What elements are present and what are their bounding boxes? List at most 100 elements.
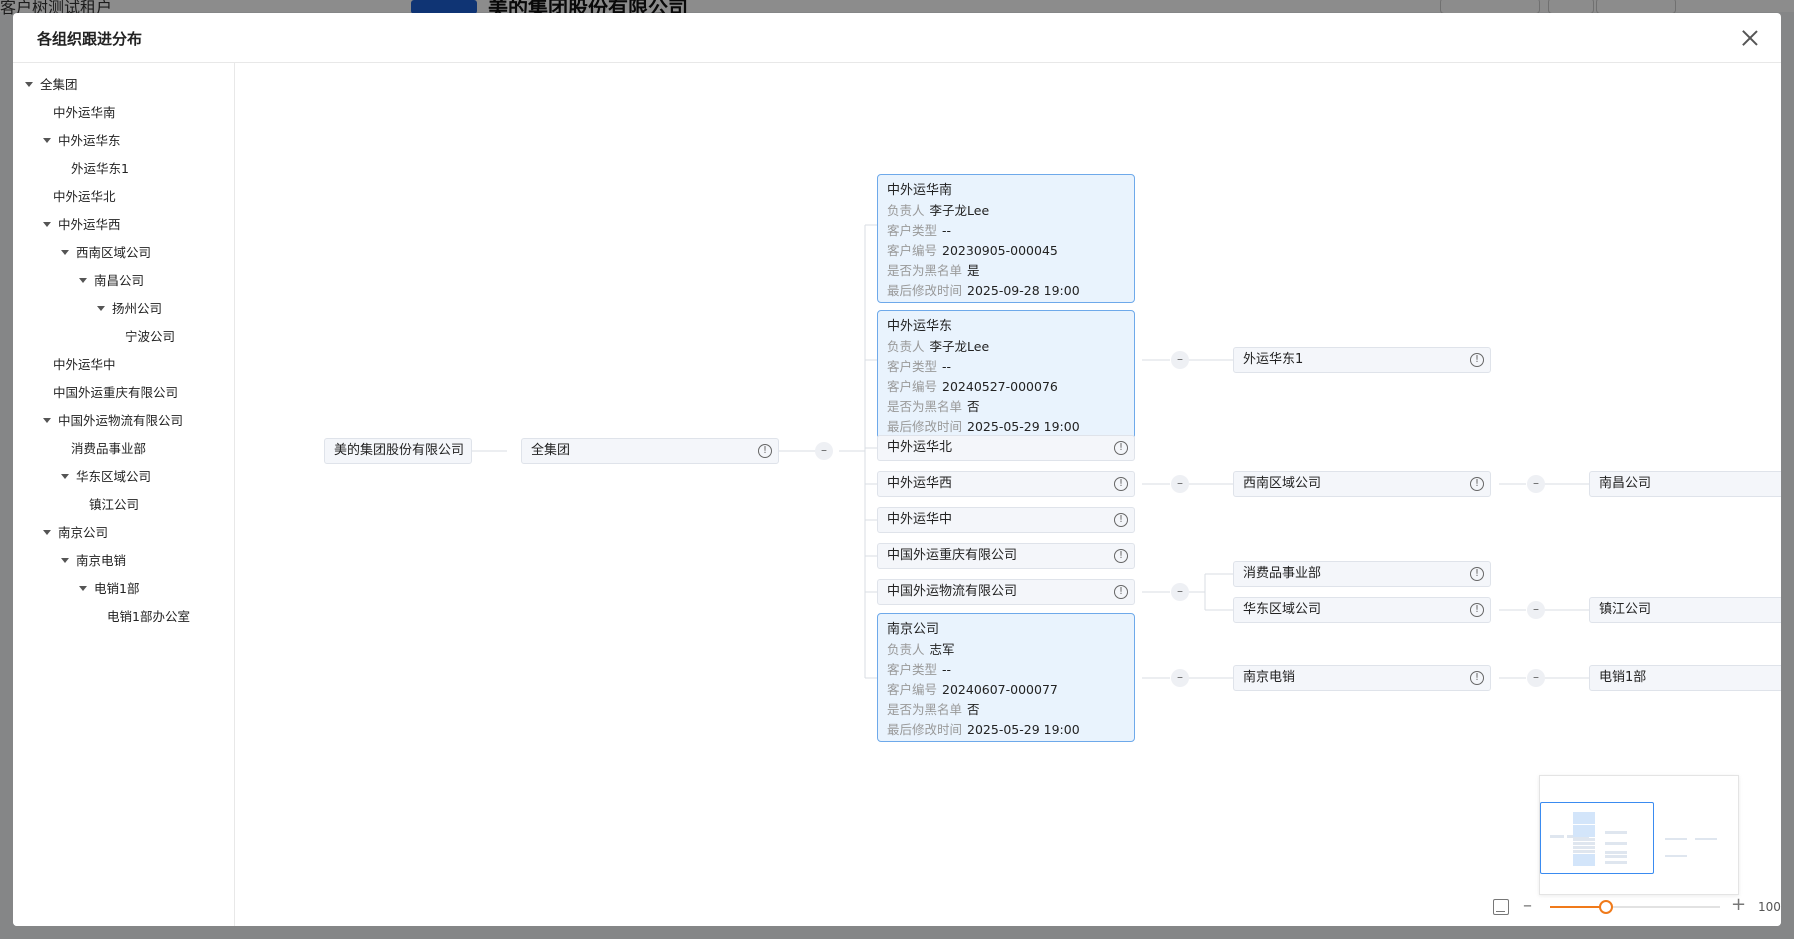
info-icon[interactable]: ! xyxy=(1470,603,1484,617)
graph-node-label: 电销1部 xyxy=(1599,670,1647,685)
field-label: 客户类型 xyxy=(887,662,938,677)
tree-node[interactable]: 镇江公司 xyxy=(89,495,139,515)
graph-node[interactable]: 中国外运物流有限公司! xyxy=(877,579,1135,605)
tree-node[interactable]: 全集团 xyxy=(25,75,78,95)
info-icon[interactable]: ! xyxy=(1470,477,1484,491)
caret-down-icon[interactable] xyxy=(97,306,105,311)
tree-node-label: 中国外运重庆有限公司 xyxy=(53,385,179,400)
info-icon[interactable]: ! xyxy=(1470,671,1484,685)
graph-node[interactable]: 华东区域公司! xyxy=(1233,597,1491,623)
tree-node[interactable]: 中外运华西 xyxy=(43,215,121,235)
tree-node[interactable]: 中外运华东 xyxy=(43,131,121,151)
zoom-slider-thumb[interactable] xyxy=(1599,900,1614,914)
zoom-slider-fill xyxy=(1550,906,1607,908)
info-icon[interactable]: ! xyxy=(1114,477,1128,491)
caret-down-icon[interactable] xyxy=(43,222,51,227)
info-icon[interactable]: ! xyxy=(1470,567,1484,581)
collapse-toggle[interactable]: – xyxy=(815,442,833,460)
caret-down-icon[interactable] xyxy=(61,250,69,255)
tree-node[interactable]: 宁波公司 xyxy=(125,327,175,347)
graph-node[interactable]: 中外运华北! xyxy=(877,435,1135,461)
tree-node[interactable]: 西南区域公司 xyxy=(61,243,151,263)
caret-down-icon[interactable] xyxy=(79,586,87,591)
zoom-in-button[interactable]: + xyxy=(1731,894,1746,915)
graph-node[interactable]: 中外运华西! xyxy=(877,471,1135,497)
collapse-toggle[interactable]: – xyxy=(1527,601,1545,619)
tree-node-label: 消费品事业部 xyxy=(71,441,147,456)
info-icon[interactable]: ! xyxy=(1114,585,1128,599)
graph-node[interactable]: 南昌公司 xyxy=(1589,471,1781,497)
caret-down-icon[interactable] xyxy=(43,530,51,535)
zoom-controls: – + 100% xyxy=(1483,894,1781,919)
tree-node[interactable]: 南京公司 xyxy=(43,523,108,543)
graph-minimap[interactable] xyxy=(1539,775,1739,895)
field-value: 李子龙Lee xyxy=(929,339,990,354)
caret-down-icon[interactable] xyxy=(43,138,51,143)
graph-node[interactable]: 中国外运重庆有限公司! xyxy=(877,543,1135,569)
graph-node-label: 中国外运物流有限公司 xyxy=(887,584,1018,599)
collapse-toggle[interactable]: – xyxy=(1171,669,1189,687)
tree-node[interactable]: 中国外运重庆有限公司 xyxy=(53,383,178,403)
close-icon[interactable] xyxy=(1739,27,1761,49)
collapse-toggle[interactable]: – xyxy=(1527,669,1545,687)
graph-node[interactable]: 电销1部 xyxy=(1589,665,1781,691)
tree-node-label: 南京电销 xyxy=(76,553,127,568)
graph-node-label: 中外运华西 xyxy=(887,476,953,491)
org-detail-card[interactable]: 中外运华东 负责人 李子龙Lee 客户类型 -- 客户编号 20240527-0000… xyxy=(877,310,1135,439)
info-icon[interactable]: ! xyxy=(1114,441,1128,455)
field-value: 20240527-000076 xyxy=(942,379,1058,394)
collapse-toggle[interactable]: – xyxy=(1171,351,1189,369)
graph-node[interactable]: 中外运华中! xyxy=(877,507,1135,533)
zoom-slider[interactable] xyxy=(1550,900,1720,914)
caret-down-icon[interactable] xyxy=(43,418,51,423)
field-value: 2025-05-29 19:00 xyxy=(967,722,1080,737)
field-value: -- xyxy=(942,223,952,238)
collapse-toggle[interactable]: – xyxy=(1171,583,1189,601)
graph-node[interactable]: 西南区域公司! xyxy=(1233,471,1491,497)
tree-node[interactable]: 外运华东1 xyxy=(71,159,129,179)
minimap-viewport[interactable] xyxy=(1540,802,1654,874)
info-icon[interactable]: ! xyxy=(1114,549,1128,563)
graph-node[interactable]: 南京电销! xyxy=(1233,665,1491,691)
caret-down-icon[interactable] xyxy=(25,82,33,87)
fit-view-icon[interactable] xyxy=(1493,899,1509,915)
graph-node-label: 中国外运重庆有限公司 xyxy=(887,548,1018,563)
tree-node[interactable]: 中国外运物流有限公司 xyxy=(43,411,183,431)
info-icon[interactable]: ! xyxy=(1470,353,1484,367)
tree-node[interactable]: 中外运华北 xyxy=(53,187,116,207)
card-title: 中外运华东 xyxy=(887,319,953,334)
field-label: 负责人 xyxy=(887,642,925,657)
caret-down-icon[interactable] xyxy=(61,558,69,563)
graph-node-root[interactable]: 美的集团股份有限公司 xyxy=(324,438,472,464)
tree-node[interactable]: 南京电销 xyxy=(61,551,126,571)
collapse-toggle[interactable]: – xyxy=(1171,475,1189,493)
caret-down-icon[interactable] xyxy=(79,278,87,283)
org-distribution-modal: 各组织跟进分布 全集团 中外运华南 中外运华东 外运华东1 中外运华北 中外运华… xyxy=(13,13,1781,926)
tree-node-label: 西南区域公司 xyxy=(76,245,152,260)
tree-node[interactable]: 电销1部 xyxy=(79,579,139,599)
zoom-out-button[interactable]: – xyxy=(1523,895,1532,916)
field-label: 最后修改时间 xyxy=(887,722,963,737)
field-label: 是否为黑名单 xyxy=(887,702,963,717)
info-icon[interactable]: ! xyxy=(1114,513,1128,527)
info-icon[interactable]: ! xyxy=(758,444,772,458)
graph-node[interactable]: 外运华东1! xyxy=(1233,347,1491,373)
tree-node[interactable]: 扬州公司 xyxy=(97,299,162,319)
graph-node[interactable]: 消费品事业部! xyxy=(1233,561,1491,587)
field-label: 负责人 xyxy=(887,203,925,218)
tree-node[interactable]: 南昌公司 xyxy=(79,271,144,291)
field-value: 2025-09-28 19:00 xyxy=(967,283,1080,298)
tree-node[interactable]: 电销1部办公室 xyxy=(107,607,190,627)
tree-node[interactable]: 中外运华南 xyxy=(53,103,116,123)
field-value: 否 xyxy=(967,399,980,414)
org-detail-card[interactable]: 中外运华南 负责人 李子龙Lee 客户类型 -- 客户编号 20230905-0000… xyxy=(877,174,1135,303)
org-detail-card[interactable]: 南京公司 负责人 志军 客户类型 -- 客户编号 20240607-000077 是否… xyxy=(877,613,1135,742)
field-label: 客户类型 xyxy=(887,223,938,238)
tree-node[interactable]: 消费品事业部 xyxy=(71,439,146,459)
tree-node[interactable]: 华东区域公司 xyxy=(61,467,151,487)
graph-node[interactable]: 镇江公司 xyxy=(1589,597,1781,623)
tree-node[interactable]: 中外运华中 xyxy=(53,355,116,375)
collapse-toggle[interactable]: – xyxy=(1527,475,1545,493)
caret-down-icon[interactable] xyxy=(61,474,69,479)
graph-node-group[interactable]: 全集团! xyxy=(521,438,779,464)
